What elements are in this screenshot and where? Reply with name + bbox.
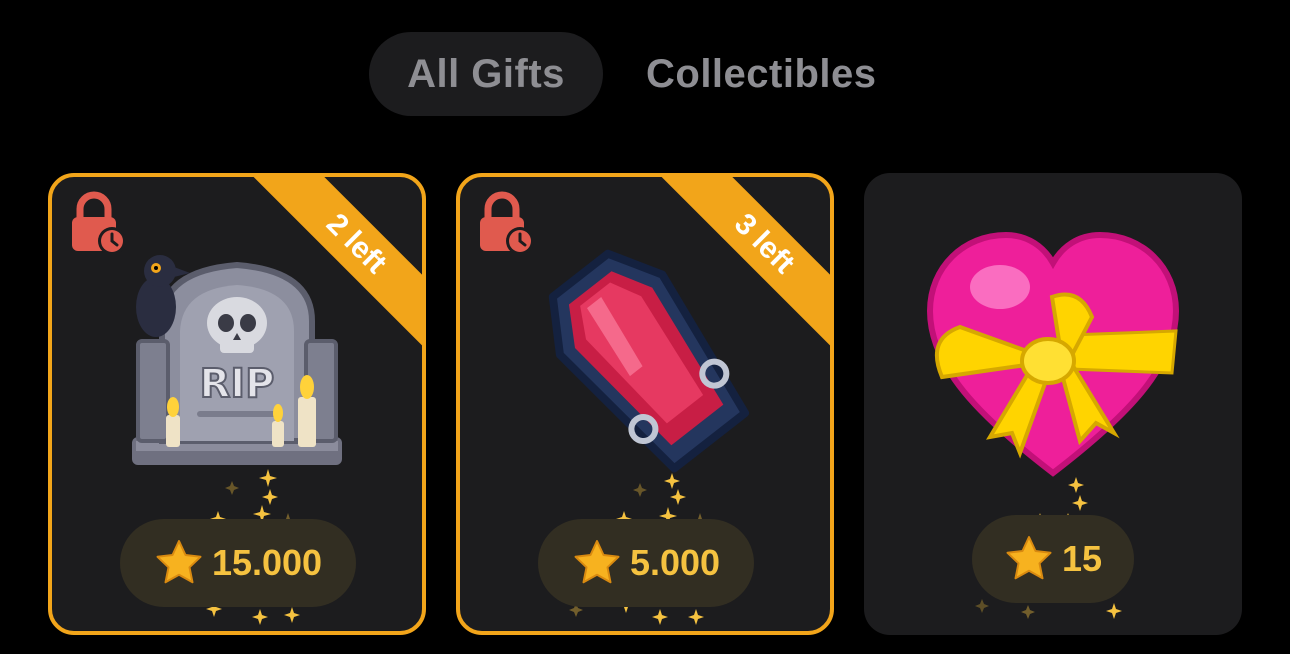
gift-shop-screen: All Gifts Collectibles 2 left RIP 15.000… [0, 0, 1290, 654]
star-icon [156, 540, 202, 584]
price-button[interactable]: 5.000 [538, 519, 754, 607]
price-value: 15.000 [211, 542, 323, 583]
tombstone-rip-icon: RIP [132, 255, 342, 465]
star-icon [574, 540, 620, 584]
lock-clock-icon [480, 191, 534, 255]
tab-collectibles[interactable]: Collectibles [646, 32, 877, 116]
price-value: 15 [1061, 538, 1103, 579]
gift-tabs: All Gifts Collectibles [369, 32, 877, 116]
price-value: 5.000 [629, 542, 721, 583]
tab-all-gifts[interactable]: All Gifts [369, 32, 603, 116]
heart-with-ribbon-icon [926, 231, 1180, 477]
price-button[interactable]: 15 [972, 515, 1134, 603]
svg-text:RIP: RIP [200, 361, 275, 407]
gift-card-coffin[interactable]: 3 left 5.000 [456, 173, 834, 635]
gift-card-tombstone[interactable]: 2 left RIP 15.000 [48, 173, 426, 635]
lock-clock-icon [72, 191, 126, 255]
price-button[interactable]: 15.000 [120, 519, 356, 607]
star-icon [1006, 536, 1052, 580]
coffin-icon [548, 249, 750, 473]
gift-card-heart[interactable]: 15 [864, 173, 1242, 635]
